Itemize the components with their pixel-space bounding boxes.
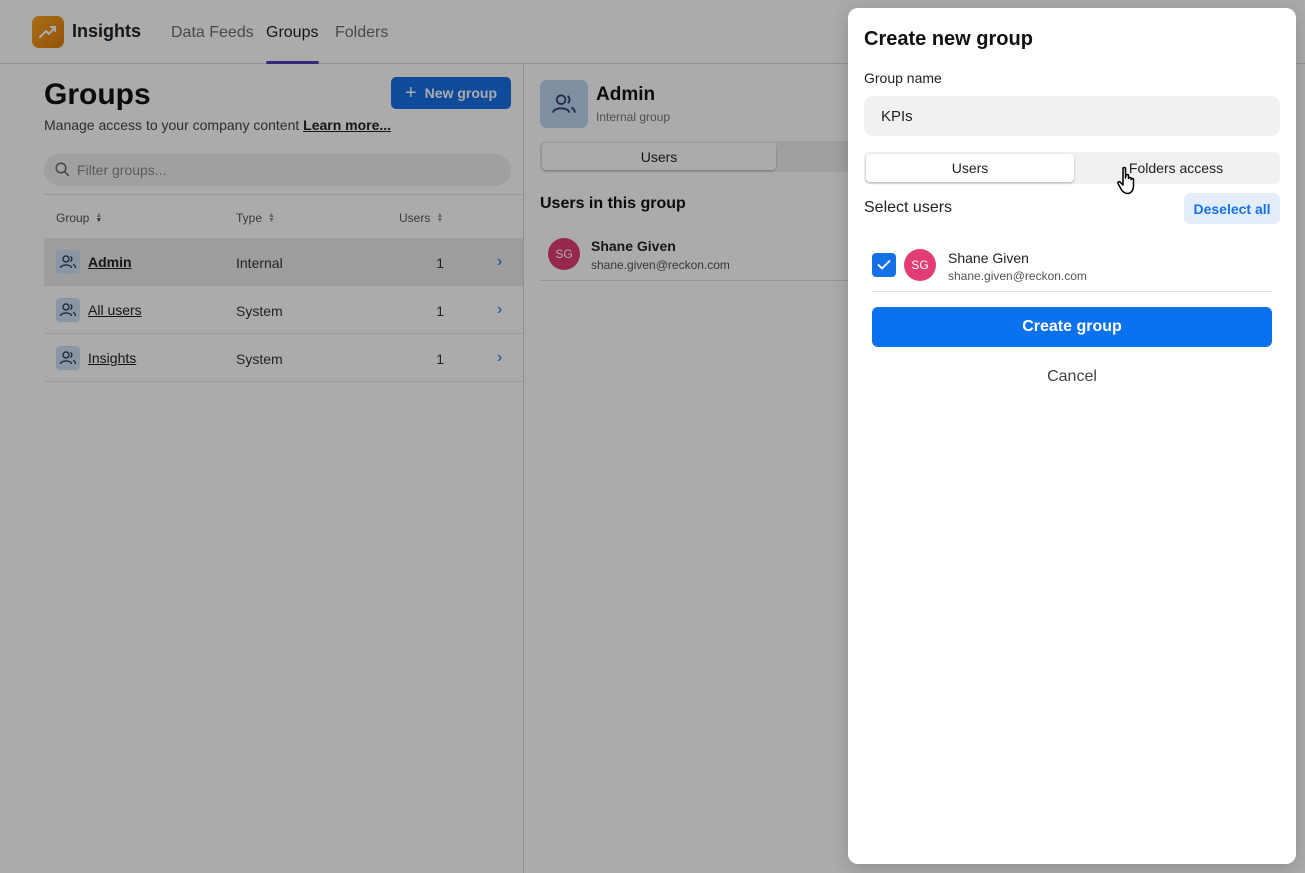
dialog-tabs: Users Folders access (864, 152, 1280, 184)
create-group-button[interactable]: Create group (872, 307, 1272, 347)
user-email: shane.given@reckon.com (948, 269, 1087, 283)
list-item[interactable]: SG Shane Given shane.given@reckon.com (872, 243, 1272, 292)
cancel-button[interactable]: Cancel (872, 365, 1272, 389)
user-checkbox[interactable] (872, 253, 896, 277)
check-icon (877, 260, 891, 270)
create-group-dialog: Create new group Group name Users Folder… (848, 8, 1296, 864)
tab-folders-access[interactable]: Folders access (1074, 154, 1278, 182)
deselect-all-button[interactable]: Deselect all (1184, 193, 1280, 224)
group-name-input[interactable] (864, 96, 1280, 136)
group-name-label: Group name (864, 70, 942, 86)
select-users-label: Select users (864, 199, 953, 216)
tab-users[interactable]: Users (866, 154, 1074, 182)
user-name: Shane Given (948, 250, 1029, 266)
hand-cursor-icon (1117, 166, 1135, 195)
avatar: SG (904, 249, 936, 281)
dialog-title: Create new group (864, 28, 1033, 50)
